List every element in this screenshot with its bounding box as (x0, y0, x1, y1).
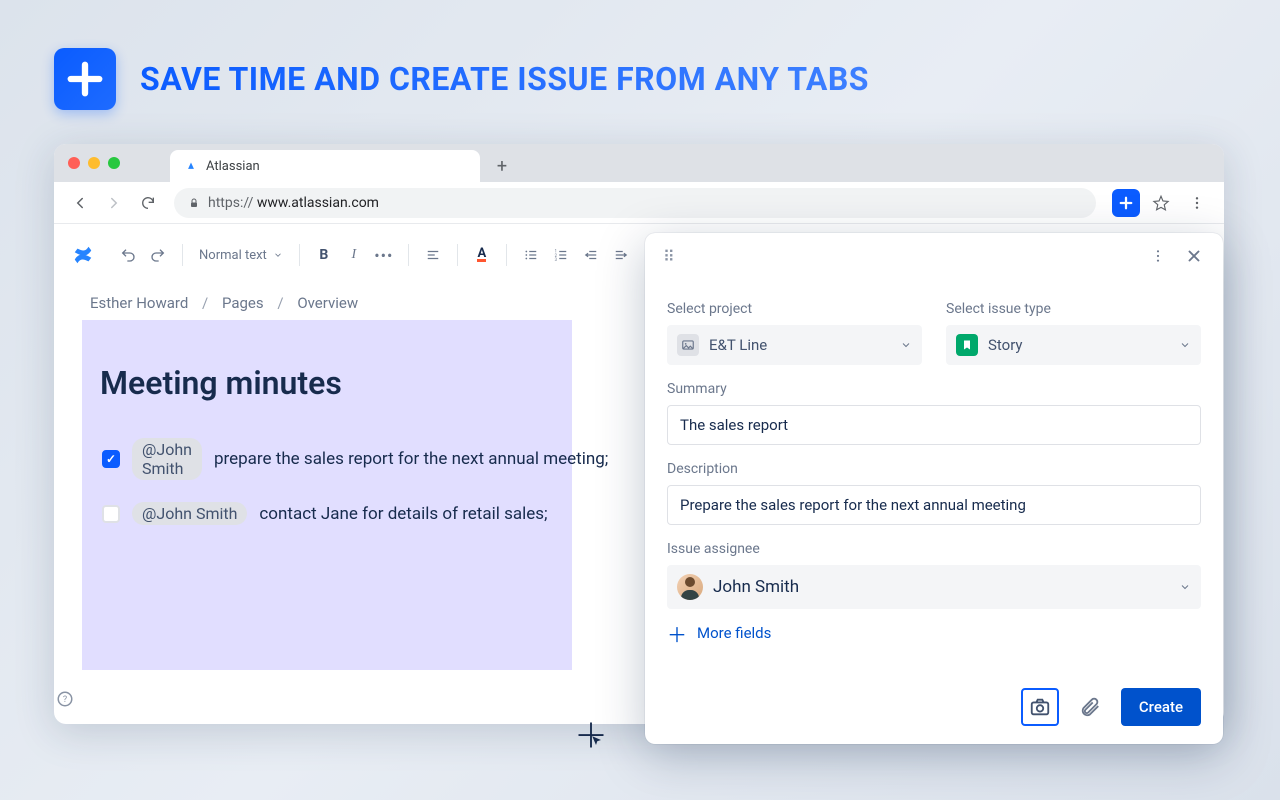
svg-text:?: ? (63, 695, 67, 705)
new-tab-button[interactable]: + (488, 152, 516, 180)
url-scheme: https:// (208, 195, 253, 211)
window-controls[interactable] (68, 144, 120, 182)
confluence-logo-icon (72, 244, 94, 266)
bullet-list-button[interactable] (517, 241, 545, 269)
attach-button[interactable] (1071, 688, 1109, 726)
plus-icon: ＋ (667, 623, 687, 643)
avatar (677, 574, 703, 600)
address-bar[interactable]: https:// www.atlassian.com (174, 188, 1096, 218)
forward-button[interactable] (100, 189, 128, 217)
task-text[interactable]: prepare the sales report for the next an… (214, 449, 608, 469)
back-button[interactable] (66, 189, 94, 217)
create-issue-panel: ⠿ Select project E&T Line Select issue t… (645, 233, 1223, 744)
reload-button[interactable] (134, 189, 162, 217)
mention-chip[interactable]: @John Smith (132, 502, 247, 525)
project-label: Select project (667, 301, 922, 317)
browser-tab-strip: Atlassian + (54, 144, 1224, 182)
description-value: Prepare the sales report for the next an… (680, 496, 1026, 514)
help-button[interactable]: ? (54, 688, 76, 710)
bold-button[interactable]: B (310, 241, 338, 269)
document-selection: Meeting minutes @John Smith prepare the … (82, 320, 572, 670)
banner-headline: SAVE TIME AND CREATE ISSUE FROM ANY TABS (140, 60, 869, 98)
panel-footer: Create (1021, 688, 1201, 726)
breadcrumb-item[interactable]: Overview (297, 294, 358, 312)
browser-menu-button[interactable] (1182, 188, 1212, 218)
assignee-label: Issue assignee (667, 541, 1201, 557)
screenshot-button[interactable] (1021, 688, 1059, 726)
italic-button[interactable]: I (340, 241, 368, 269)
text-style-label: Normal text (199, 248, 267, 263)
assignee-value: John Smith (713, 577, 799, 597)
chevron-down-icon (900, 336, 912, 355)
cursor-icon (576, 720, 606, 754)
bookmark-button[interactable] (1146, 188, 1176, 218)
drag-handle-icon[interactable]: ⠿ (663, 247, 677, 266)
chevron-down-icon (1179, 578, 1191, 597)
extension-button[interactable] (1112, 189, 1140, 217)
panel-menu-button[interactable] (1147, 245, 1169, 267)
project-icon (677, 334, 699, 356)
create-button[interactable]: Create (1121, 688, 1201, 726)
indent-button[interactable] (607, 241, 635, 269)
task-row[interactable]: @John Smith contact Jane for details of … (96, 502, 572, 525)
text-color-button[interactable]: A (468, 241, 496, 269)
text-style-select[interactable]: Normal text (193, 248, 289, 263)
task-text[interactable]: contact Jane for details of retail sales… (259, 504, 547, 524)
browser-toolbar: https:// www.atlassian.com (54, 182, 1224, 224)
summary-value: The sales report (680, 416, 788, 434)
breadcrumb-item[interactable]: Esther Howard (90, 294, 188, 312)
close-panel-button[interactable] (1183, 245, 1205, 267)
mention-chip[interactable]: @John Smith (132, 438, 202, 480)
minimize-window-icon[interactable] (88, 157, 100, 169)
issue-type-value: Story (988, 336, 1023, 354)
page-title[interactable]: Meeting minutes (100, 364, 572, 402)
more-format-button[interactable]: ••• (370, 241, 398, 269)
summary-input[interactable]: The sales report (667, 405, 1201, 445)
url-host: www.atlassian.com (257, 195, 379, 211)
tab-title: Atlassian (206, 159, 260, 174)
panel-header: ⠿ (645, 233, 1223, 279)
undo-button[interactable] (114, 241, 142, 269)
more-fields-button[interactable]: ＋ More fields (667, 623, 1201, 643)
description-label: Description (667, 461, 1201, 477)
task-checkbox[interactable] (102, 450, 120, 468)
marketing-banner: SAVE TIME AND CREATE ISSUE FROM ANY TABS (54, 48, 869, 110)
project-select[interactable]: E&T Line (667, 325, 922, 365)
assignee-select[interactable]: John Smith (667, 565, 1201, 609)
project-value: E&T Line (709, 336, 767, 354)
description-input[interactable]: Prepare the sales report for the next an… (667, 485, 1201, 525)
task-row[interactable]: @John Smith prepare the sales report for… (96, 438, 572, 480)
extension-logo-icon (54, 48, 116, 110)
chevron-down-icon (273, 250, 283, 260)
align-button[interactable] (419, 241, 447, 269)
issue-type-label: Select issue type (946, 301, 1201, 317)
breadcrumb-item[interactable]: Pages (222, 294, 264, 312)
svg-text:3: 3 (554, 257, 557, 262)
outdent-button[interactable] (577, 241, 605, 269)
story-icon (956, 334, 978, 356)
atlassian-favicon-icon (184, 159, 198, 173)
numbered-list-button[interactable]: 123 (547, 241, 575, 269)
close-window-icon[interactable] (68, 157, 80, 169)
more-fields-label: More fields (697, 624, 771, 642)
task-checkbox[interactable] (102, 505, 120, 523)
issue-type-select[interactable]: Story (946, 325, 1201, 365)
maximize-window-icon[interactable] (108, 157, 120, 169)
chevron-down-icon (1179, 336, 1191, 355)
lock-icon (188, 197, 200, 209)
redo-button[interactable] (144, 241, 172, 269)
browser-tab[interactable]: Atlassian (170, 150, 480, 182)
summary-label: Summary (667, 381, 1201, 397)
